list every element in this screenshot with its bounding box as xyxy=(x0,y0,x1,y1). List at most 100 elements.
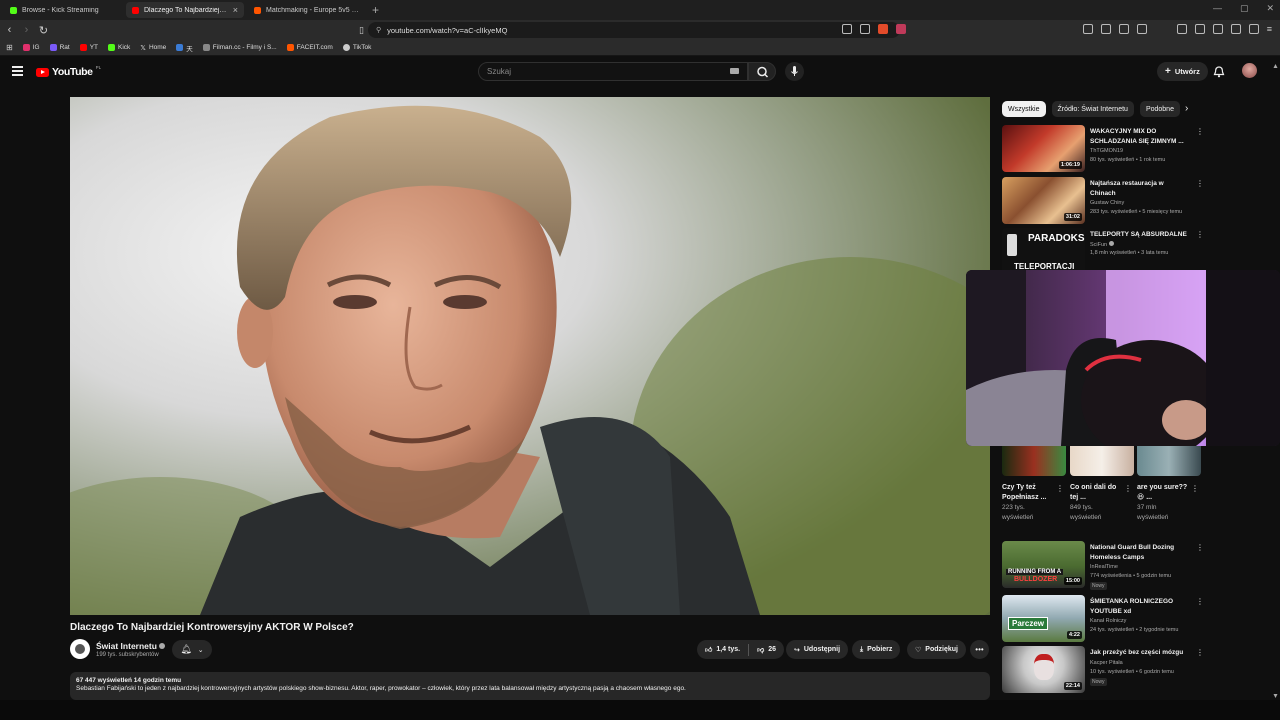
shorts-item[interactable]: Czy Ty też Popełniasz ... 223 tys. wyświ… xyxy=(1002,446,1066,523)
search-input[interactable]: Szukaj xyxy=(478,62,748,81)
extension-icon[interactable] xyxy=(1100,24,1111,34)
tab-kick[interactable]: Browse - Kick Streaming xyxy=(4,2,122,18)
tab-youtube[interactable]: Dlaczego To Najbardziej Kont × xyxy=(126,2,244,18)
forward-icon[interactable]: › xyxy=(19,24,34,36)
shorts-thumbnail[interactable] xyxy=(1137,446,1201,476)
bookmark-ig[interactable]: IG xyxy=(22,44,40,51)
hamburger-menu-icon[interactable] xyxy=(12,66,23,78)
video-thumbnail[interactable]: 22:14 xyxy=(1002,646,1085,693)
dislike-button[interactable]: 👎︎ 26 xyxy=(757,645,776,654)
page-scrollbar[interactable] xyxy=(1273,64,1278,700)
search-button[interactable] xyxy=(748,62,776,81)
share-page-icon[interactable] xyxy=(860,24,870,34)
video-thumbnail[interactable]: 31:02 xyxy=(1002,177,1085,224)
shorts-item[interactable]: are you sure?? 😆 ... 37 mln wyświetleń ⋮ xyxy=(1137,446,1201,523)
recommended-video[interactable]: 1:06:19 WAKACYJNY MIX DO SCHLADZANIA SIĘ… xyxy=(1002,125,1204,173)
recommended-video[interactable]: PARADOKS TELEPORTACJI TELEPORTY SĄ ABSUR… xyxy=(1002,228,1204,276)
new-tab-button[interactable]: + xyxy=(372,3,379,17)
share-button[interactable]: ↪ Udostępnij xyxy=(786,640,849,659)
maximize-icon[interactable]: ▢ xyxy=(1240,3,1249,14)
recommended-channel: Gustaw Chiny xyxy=(1090,200,1125,206)
like-button[interactable]: 👍︎ 1,4 tys. xyxy=(705,645,740,654)
notifications-button[interactable] xyxy=(1213,66,1225,81)
video-thumbnail[interactable]: PARADOKS TELEPORTACJI xyxy=(1002,228,1085,275)
voice-search-button[interactable] xyxy=(785,62,804,81)
video-thumbnail[interactable]: 1:06:19 xyxy=(1002,125,1085,172)
more-options-icon[interactable]: ⋮ xyxy=(1196,127,1204,136)
more-options-icon[interactable]: ⋮ xyxy=(1124,484,1132,493)
video-player[interactable] xyxy=(70,97,990,615)
bookmark-sky[interactable]: 天 xyxy=(176,43,193,53)
site-info-icon[interactable]: ⚲ xyxy=(376,26,381,34)
bookmark-page-icon[interactable]: ▯ xyxy=(354,25,369,36)
more-options-icon[interactable]: ⋮ xyxy=(1191,484,1199,493)
like-count: 1,4 tys. xyxy=(716,646,741,653)
divider xyxy=(748,643,750,656)
bookmark-home[interactable]: 𝕏 Home xyxy=(140,44,166,52)
chevron-right-icon[interactable]: › xyxy=(1185,103,1188,114)
thumbnail-text: PARADOKS xyxy=(1028,233,1085,244)
extension-icon[interactable] xyxy=(1082,24,1093,34)
menu-icon[interactable]: ≡ xyxy=(1267,24,1272,34)
shorts-thumbnail[interactable] xyxy=(1002,446,1066,476)
bookmark-rat[interactable]: Rat xyxy=(49,44,70,51)
sidebar-icon[interactable] xyxy=(1194,24,1205,34)
subscription-bell-button[interactable]: 🔔︎ ⌄ xyxy=(172,640,212,659)
recommended-meta: 774 wyświetlenia • 5 godzin temu xyxy=(1090,573,1172,579)
youtube-logo[interactable]: YouTube PL xyxy=(36,65,101,78)
bookmark-faceit[interactable]: FACEIT.com xyxy=(286,44,333,51)
puzzle-icon[interactable] xyxy=(1230,24,1241,34)
thanks-button[interactable]: ♡ Podziękuj xyxy=(907,640,966,659)
create-button[interactable]: + Utwórz xyxy=(1157,62,1208,81)
back-icon[interactable]: ‹ xyxy=(2,24,17,36)
bookmark-kick[interactable]: Kick xyxy=(108,44,130,51)
shorts-item[interactable]: Co oni dali do tej ... 849 tys. wyświetl… xyxy=(1070,446,1134,523)
video-thumbnail[interactable]: Parczew 4:22 xyxy=(1002,595,1085,642)
more-options-icon[interactable]: ⋮ xyxy=(1196,230,1204,239)
more-options-icon[interactable]: ⋮ xyxy=(1056,484,1064,493)
more-options-icon[interactable]: ⋮ xyxy=(1196,597,1204,606)
recommended-video[interactable]: 22:14 Jak przeżyć bez części mózgu Kacpe… xyxy=(1002,646,1204,694)
recommended-video[interactable]: 31:02 Najtańsza restauracja w Chinach Gu… xyxy=(1002,177,1204,225)
shorts-thumbnail[interactable] xyxy=(1070,446,1134,476)
address-bar[interactable]: ⚲ youtube.com/watch?v=aC-clIkyeMQ xyxy=(368,22,900,38)
channel-name[interactable]: Świat Internetu xyxy=(96,641,165,651)
video-thumbnail[interactable]: RUNNING FROM A BULLDOZER 15:00 xyxy=(1002,541,1085,588)
reload-icon[interactable]: ↻ xyxy=(36,24,51,37)
music-icon[interactable] xyxy=(1176,24,1187,34)
bookmark-yt[interactable]: YT xyxy=(79,44,98,51)
chip-source[interactable]: Źródło: Świat Internetu xyxy=(1051,101,1134,117)
apps-grid-icon[interactable]: ⊞ xyxy=(6,43,13,52)
tab-faceit[interactable]: Matchmaking - Europe 5v5 Queue - xyxy=(248,2,366,18)
more-actions-button[interactable]: ••• xyxy=(970,640,989,659)
vpn-icon[interactable] xyxy=(1248,24,1259,34)
minimize-icon[interactable]: — xyxy=(1213,3,1222,14)
bookmark-label: IG xyxy=(32,44,40,51)
recommended-meta: 80 tys. wyświetleń • 1 rok temu xyxy=(1090,157,1166,163)
close-tab-icon[interactable]: × xyxy=(233,5,238,15)
chip-related[interactable]: Podobne xyxy=(1139,101,1180,117)
view-count-date: 67 447 wyświetleń 14 godzin temu xyxy=(76,677,182,684)
recommended-video[interactable]: Parczew 4:22 ŚMIETANKA ROLNICZEGO YOUTUB… xyxy=(1002,595,1204,643)
more-options-icon[interactable]: ⋮ xyxy=(1196,179,1204,188)
chip-all[interactable]: Wszystkie xyxy=(1002,101,1046,117)
brave-shield-icon[interactable] xyxy=(878,24,888,34)
bookmark-tiktok[interactable]: TikTok xyxy=(342,44,371,51)
download-button[interactable]: ⤓ Pobierz xyxy=(852,640,901,659)
account-avatar[interactable] xyxy=(1242,63,1257,78)
wallet-icon[interactable] xyxy=(1212,24,1223,34)
extension-icon[interactable] xyxy=(1136,24,1147,34)
cast-icon[interactable] xyxy=(842,24,852,34)
more-options-icon[interactable]: ⋮ xyxy=(1196,543,1204,552)
shorts-title: are you sure?? 😆 ... xyxy=(1137,484,1188,501)
rewards-icon[interactable] xyxy=(896,24,906,34)
browser-tab-bar: Browse - Kick Streaming Dlaczego To Najb… xyxy=(0,0,1280,20)
more-options-icon[interactable]: ⋮ xyxy=(1196,648,1204,657)
description-box[interactable]: 67 447 wyświetleń 14 godzin temu Sebasti… xyxy=(70,672,990,700)
extension-icon[interactable] xyxy=(1118,24,1129,34)
bookmark-filman[interactable]: Filman.cc - Filmy i S... xyxy=(202,44,277,51)
close-window-icon[interactable]: ✕ xyxy=(1266,3,1274,14)
recommended-video[interactable]: RUNNING FROM A BULLDOZER 15:00 National … xyxy=(1002,541,1204,590)
channel-avatar[interactable] xyxy=(70,639,90,659)
keyboard-icon[interactable] xyxy=(730,68,739,74)
